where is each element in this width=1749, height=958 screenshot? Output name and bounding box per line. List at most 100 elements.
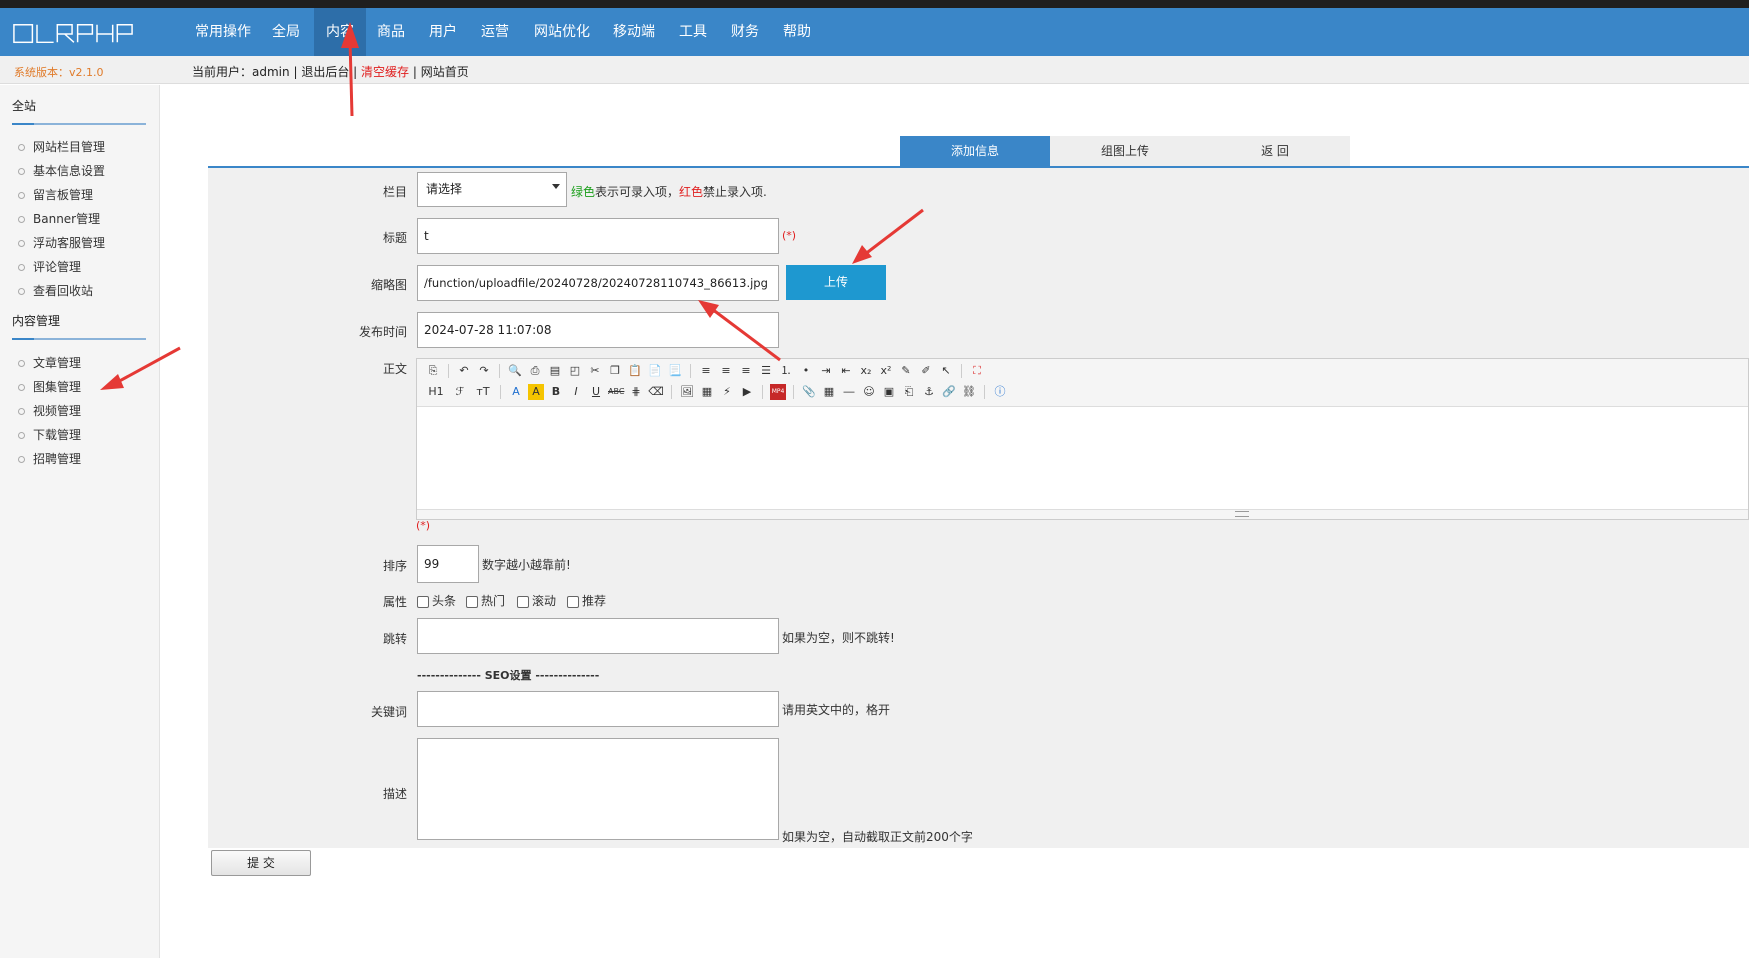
- outdent-icon[interactable]: ⇤: [838, 363, 854, 379]
- superscript-icon[interactable]: x²: [878, 363, 894, 379]
- underline-icon[interactable]: U: [588, 384, 604, 400]
- attachment-icon[interactable]: 📎: [801, 384, 817, 400]
- sidebar-item-comments[interactable]: 评论管理: [18, 258, 81, 275]
- subscript-icon[interactable]: x₂: [858, 363, 874, 379]
- nav-item-operations[interactable]: 运营: [469, 8, 521, 56]
- attr-hot[interactable]: 热门: [466, 592, 505, 609]
- nav-item-users[interactable]: 用户: [417, 8, 469, 56]
- nav-item-common[interactable]: 常用操作: [183, 8, 263, 56]
- paste-word-icon[interactable]: 📃: [667, 363, 683, 379]
- help-icon[interactable]: ⓘ: [992, 384, 1008, 400]
- keywords-input[interactable]: [417, 691, 779, 727]
- checkbox[interactable]: [517, 595, 529, 608]
- ordered-list-icon[interactable]: ⒈: [778, 363, 794, 379]
- anchor-icon[interactable]: ⚓: [921, 384, 937, 400]
- select-all-icon[interactable]: ↖: [938, 363, 954, 379]
- heading-icon[interactable]: H1: [425, 384, 447, 400]
- thumbnail-input[interactable]: /function/uploadfile/20240728/2024072811…: [417, 265, 779, 301]
- sidebar-item-banner[interactable]: Banner管理: [18, 210, 100, 227]
- font-color-icon[interactable]: A: [508, 384, 524, 400]
- flash-icon[interactable]: ⚡: [719, 384, 735, 400]
- italic-icon[interactable]: I: [568, 384, 584, 400]
- paste-icon[interactable]: 📋: [627, 363, 643, 379]
- clear-format-icon[interactable]: ✎: [898, 363, 914, 379]
- sidebar-item-float-service[interactable]: 浮动客服管理: [18, 234, 105, 251]
- align-right-icon[interactable]: ≡: [738, 363, 754, 379]
- column-select[interactable]: 请选择: [417, 172, 567, 207]
- multi-image-icon[interactable]: ▦: [699, 384, 715, 400]
- unordered-list-icon[interactable]: •: [798, 363, 814, 379]
- sort-input[interactable]: 99: [417, 545, 479, 583]
- paste-text-icon[interactable]: 📄: [647, 363, 663, 379]
- font-size-icon[interactable]: тT: [473, 384, 493, 400]
- unlink-icon[interactable]: ⛓: [961, 384, 977, 400]
- tab-group-upload[interactable]: 组图上传: [1050, 136, 1200, 166]
- align-left-icon[interactable]: ≡: [698, 363, 714, 379]
- fullscreen-icon[interactable]: ⛶: [969, 363, 985, 379]
- preview-icon[interactable]: 🔍: [507, 363, 523, 379]
- nav-item-content[interactable]: 内容: [314, 8, 366, 56]
- code-icon[interactable]: ◰: [567, 363, 583, 379]
- nav-item-products[interactable]: 商品: [365, 8, 417, 56]
- site-home-link[interactable]: 网站首页: [421, 65, 469, 79]
- source-icon[interactable]: ⎘: [425, 363, 441, 379]
- align-center-icon[interactable]: ≡: [718, 363, 734, 379]
- format-painter-icon[interactable]: ✐: [918, 363, 934, 379]
- nav-item-finance[interactable]: 财务: [719, 8, 771, 56]
- copy-icon[interactable]: ❐: [607, 363, 623, 379]
- template-icon[interactable]: ▤: [547, 363, 563, 379]
- nav-item-seo[interactable]: 网站优化: [522, 8, 602, 56]
- nav-item-global[interactable]: 全局: [260, 8, 312, 56]
- rich-text-editor[interactable]: ⎘ ↶ ↷ 🔍 ⎙ ▤ ◰ ✂ ❐ 📋 📄 📃 ≡ ≡ ≡ ☰ ⒈ • ⇥ ⇤ …: [416, 358, 1749, 520]
- checkbox[interactable]: [567, 595, 579, 608]
- strikethrough-icon[interactable]: ABC: [608, 384, 624, 400]
- nav-item-mobile[interactable]: 移动端: [601, 8, 667, 56]
- checkbox[interactable]: [417, 595, 429, 608]
- link-icon[interactable]: 🔗: [941, 384, 957, 400]
- sidebar-item-videos[interactable]: 视频管理: [18, 402, 81, 419]
- checkbox[interactable]: [466, 595, 478, 608]
- image-icon[interactable]: 🖼: [679, 384, 695, 400]
- tab-back[interactable]: 返 回: [1200, 136, 1350, 166]
- nav-item-help[interactable]: 帮助: [771, 8, 823, 56]
- sidebar-item-column-manage[interactable]: 网站栏目管理: [18, 138, 105, 155]
- indent-icon[interactable]: ⇥: [818, 363, 834, 379]
- logout-link[interactable]: 退出后台: [301, 65, 349, 79]
- page-break-icon[interactable]: ⎗: [901, 384, 917, 400]
- bold-icon[interactable]: B: [548, 384, 564, 400]
- undo-icon[interactable]: ↶: [456, 363, 472, 379]
- sidebar-item-guestbook[interactable]: 留言板管理: [18, 186, 93, 203]
- table-icon[interactable]: ▦: [821, 384, 837, 400]
- publish-time-input[interactable]: 2024-07-28 11:07:08: [417, 312, 779, 348]
- sidebar-item-basic-info[interactable]: 基本信息设置: [18, 162, 105, 179]
- sidebar-item-gallery[interactable]: 图集管理: [18, 378, 81, 395]
- cut-icon[interactable]: ✂: [587, 363, 603, 379]
- submit-button[interactable]: 提 交: [211, 850, 311, 876]
- sidebar-item-jobs[interactable]: 招聘管理: [18, 450, 81, 467]
- print-icon[interactable]: ⎙: [527, 363, 543, 379]
- sidebar-item-downloads[interactable]: 下载管理: [18, 426, 81, 443]
- media-icon[interactable]: ▶: [739, 384, 755, 400]
- line-height-icon[interactable]: ⋕: [628, 384, 644, 400]
- clear-cache-link[interactable]: 清空缓存: [361, 65, 409, 79]
- align-justify-icon[interactable]: ☰: [758, 363, 774, 379]
- sidebar-item-recycle[interactable]: 查看回收站: [18, 282, 93, 299]
- nav-item-tools[interactable]: 工具: [667, 8, 719, 56]
- horizontal-rule-icon[interactable]: ―: [841, 384, 857, 400]
- eraser-icon[interactable]: ⌫: [648, 384, 664, 400]
- tab-add-info[interactable]: 添加信息: [900, 136, 1050, 166]
- attr-scroll[interactable]: 滚动: [517, 592, 556, 609]
- font-family-icon[interactable]: ℱ: [451, 384, 469, 400]
- sidebar-item-articles[interactable]: 文章管理: [18, 354, 81, 371]
- description-textarea[interactable]: [417, 738, 779, 840]
- title-input[interactable]: t: [417, 218, 779, 254]
- redo-icon[interactable]: ↷: [476, 363, 492, 379]
- emoji-icon[interactable]: ☺: [861, 384, 877, 400]
- highlight-color-icon[interactable]: A: [528, 384, 544, 400]
- attr-headline[interactable]: 头条: [417, 592, 456, 609]
- mp4-icon[interactable]: MP4: [770, 384, 786, 400]
- redirect-input[interactable]: [417, 618, 779, 654]
- attr-recommend[interactable]: 推荐: [567, 592, 606, 609]
- baidu-map-icon[interactable]: ▣: [881, 384, 897, 400]
- upload-button[interactable]: 上传: [786, 265, 886, 300]
